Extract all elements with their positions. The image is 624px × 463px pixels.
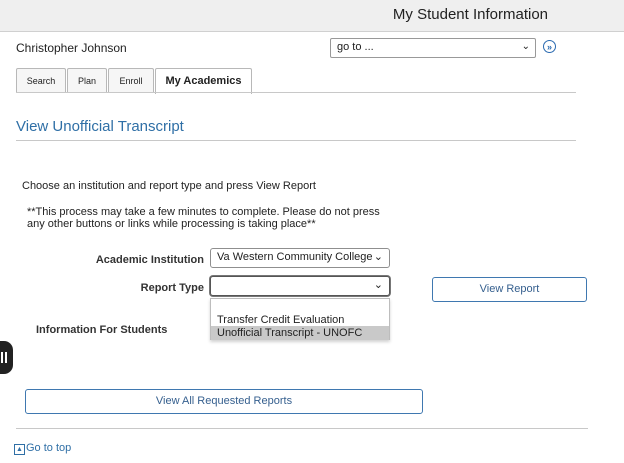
institution-select[interactable]: Va Western Community College ⌄ — [210, 248, 390, 268]
chevron-down-icon: ⌄ — [521, 41, 530, 52]
processing-note: **This process may take a few minutes to… — [27, 206, 380, 230]
tab-plan-label: Plan — [77, 76, 96, 86]
institution-label: Academic Institution — [95, 254, 204, 266]
go-to-top-link[interactable]: ▲ Go to top — [14, 442, 71, 455]
report-type-options-list: Transfer Credit Evaluation Unofficial Tr… — [210, 298, 390, 340]
option-transfer-credit-evaluation[interactable]: Transfer Credit Evaluation — [211, 313, 389, 327]
view-report-button[interactable]: View Report — [432, 277, 587, 302]
view-all-requested-reports-button[interactable]: View All Requested Reports — [25, 389, 423, 414]
tab-search[interactable]: Search — [16, 68, 66, 93]
report-type-select[interactable]: ⌄ — [210, 276, 390, 296]
goto-dropdown-value: go to ... — [337, 41, 374, 53]
report-type-label: Report Type — [140, 282, 204, 294]
instruction-text: Choose an institution and report type an… — [22, 180, 316, 192]
top-header-bar: My Student Information — [0, 0, 624, 32]
tab-my-academics[interactable]: My Academics — [155, 68, 252, 94]
tabs-divider — [16, 92, 576, 93]
tab-search-label: Search — [26, 76, 56, 86]
information-for-students-label: Information For Students — [36, 324, 168, 336]
go-to-top-label: Go to top — [26, 442, 72, 454]
chevron-down-icon: ⌄ — [373, 279, 383, 291]
pause-icon — [1, 352, 7, 363]
tab-plan[interactable]: Plan — [67, 68, 107, 93]
user-name: Christopher Johnson — [16, 41, 127, 55]
option-unofficial-transcript[interactable]: Unofficial Transcript - UNOFC — [211, 326, 389, 340]
chevron-down-icon: ⌄ — [373, 251, 383, 263]
bottom-divider — [16, 428, 588, 429]
tab-my-academics-label: My Academics — [165, 75, 242, 87]
double-chevron-right-icon[interactable]: » — [543, 40, 556, 53]
institution-select-value: Va Western Community College — [217, 251, 373, 263]
tab-enroll[interactable]: Enroll — [108, 68, 154, 93]
header-title: My Student Information — [392, 6, 548, 23]
arrow-up-icon: ▲ — [14, 444, 25, 455]
title-divider — [16, 140, 576, 141]
side-panel-handle[interactable] — [0, 341, 13, 374]
tab-enroll-label: Enroll — [119, 76, 143, 86]
goto-dropdown[interactable]: go to ... ⌄ — [330, 38, 536, 58]
page-title: View Unofficial Transcript — [16, 118, 184, 135]
